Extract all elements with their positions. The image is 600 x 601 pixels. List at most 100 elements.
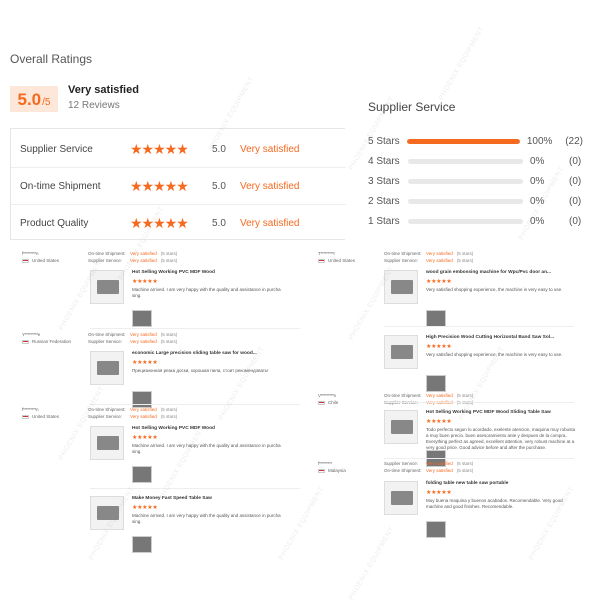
- reviewer-country: United States: [32, 414, 60, 419]
- reviewer-name: V*********s: [318, 393, 336, 398]
- product-thumbnail[interactable]: [384, 335, 418, 369]
- review-text: Very satisfied shopping experience, the …: [426, 287, 563, 292]
- review-photo[interactable]: [132, 536, 152, 553]
- review-photo[interactable]: [426, 521, 446, 538]
- criterion-stars: (5 stars): [456, 251, 474, 256]
- review-stars: ★★★★★: [132, 279, 158, 285]
- product-thumbnail[interactable]: [384, 481, 418, 515]
- review-photo[interactable]: [426, 310, 446, 327]
- rating-value: 5.0: [212, 181, 226, 192]
- criterion-verdict: Very satisfied: [130, 414, 157, 419]
- criterion-verdict: Very satisfied: [426, 258, 453, 263]
- rating-label: On-time Shipment: [20, 181, 101, 192]
- reviewer-country: United States: [328, 258, 356, 263]
- review-divider: [90, 404, 300, 405]
- overall-verdict: Very satisfied: [68, 84, 139, 96]
- product-title-link[interactable]: economic Large precision sliding table s…: [132, 351, 257, 356]
- star-level-label: 5 Stars: [368, 135, 400, 147]
- bar-count: (0): [569, 195, 582, 207]
- review-stars: ★★★★★: [426, 344, 452, 350]
- product-title-link[interactable]: Hot Selling Working PVC MDF Wood Sliding…: [426, 410, 551, 415]
- criterion-stars: (5 stars): [160, 251, 178, 256]
- star-bar-row: 4 Stars 0% (0): [368, 154, 583, 168]
- criterion-label: Supplier Service:: [384, 461, 419, 466]
- criterion-stars: (5 stars): [160, 258, 178, 263]
- rating-label: Product Quality: [20, 218, 89, 229]
- review-text: Прецизионная резка доски, хорошая пила, …: [132, 368, 269, 373]
- criterion-label: On-time Shipment:: [384, 251, 422, 256]
- overall-ratings-title: Overall Ratings: [10, 52, 93, 66]
- reviewer-name: f*********n: [22, 251, 39, 256]
- star-rating: ★★★★★: [130, 141, 189, 157]
- product-title-link[interactable]: Make Money Fast Speed Table Saw: [132, 496, 212, 501]
- product-title-link[interactable]: Hot Selling Working PVC MDF Wood: [132, 270, 215, 275]
- country-flag-icon: [22, 340, 29, 344]
- review-divider: [384, 402, 574, 403]
- watermark-text: PHOENIX EQUIPMENT: [437, 25, 486, 102]
- rating-value: 5.0: [212, 218, 226, 229]
- reviewer-name: f*********n: [22, 407, 39, 412]
- rating-row-supplier-service: Supplier Service ★★★★★ 5.0 Very satisfie…: [11, 131, 346, 168]
- review-divider: [384, 326, 574, 327]
- product-thumbnail[interactable]: [90, 351, 124, 385]
- star-level-label: 1 Stars: [368, 215, 400, 227]
- review-text: Muy buena maquina y buenos acabados. Rec…: [426, 498, 563, 509]
- criterion-stars: (5 stars): [160, 407, 178, 412]
- watermark-text: PHOENIX EQUIPMENT: [527, 485, 576, 562]
- reviewer-name: Y*********e: [22, 332, 40, 337]
- review-photo[interactable]: [426, 375, 446, 392]
- product-title-link[interactable]: folding table new table saw portable: [426, 481, 508, 486]
- review-photo[interactable]: [132, 391, 152, 408]
- bar-track: [408, 218, 523, 224]
- star-bar-row: 2 Stars 0% (0): [368, 194, 583, 208]
- product-title-link[interactable]: wood grain embossing machine for Wpc/Pvc…: [426, 270, 551, 275]
- product-title-link[interactable]: High Precision Wood Cutting Horizontal B…: [426, 335, 554, 340]
- product-thumbnail[interactable]: [90, 426, 124, 460]
- criterion-stars: (5 stars): [160, 414, 178, 419]
- bar-percent: 100%: [526, 135, 553, 147]
- criterion-verdict: Very satisfied: [130, 339, 157, 344]
- watermark-text: PHOENIX EQUIPMENT: [157, 425, 206, 502]
- rating-row-product-quality: Product Quality ★★★★★ 5.0 Very satisfied: [11, 205, 346, 242]
- review-divider: [384, 458, 574, 459]
- watermark-text: PHOENIX EQUIPMENT: [277, 485, 326, 562]
- reviewer-name: f*********: [318, 461, 333, 466]
- criterion-label: On-time Shipment:: [88, 251, 126, 256]
- criterion-label: On-time Shipment:: [88, 332, 126, 337]
- bar-count: (0): [569, 155, 582, 167]
- criterion-stars: (5 stars): [456, 468, 474, 473]
- star-bar-row: 1 Stars 0% (0): [368, 214, 583, 228]
- star-rating: ★★★★★: [130, 178, 189, 194]
- overall-score-max: /5: [42, 97, 51, 108]
- review-stars: ★★★★★: [132, 435, 158, 441]
- review-text: Machine arrived. I am very happy with th…: [132, 513, 281, 524]
- criterion-label: Supplier Service:: [88, 339, 123, 344]
- rating-label: Supplier Service: [20, 144, 93, 155]
- star-level-label: 2 Stars: [368, 195, 400, 207]
- country-flag-icon: [318, 401, 325, 405]
- product-thumbnail[interactable]: [384, 410, 418, 444]
- country-flag-icon: [22, 415, 29, 419]
- review-photo[interactable]: [132, 466, 152, 483]
- review-stars: ★★★★★: [132, 505, 158, 511]
- reviewer-name: T*********r: [318, 251, 335, 256]
- bar-track: [408, 178, 523, 184]
- criterion-verdict: Very satisfied: [426, 461, 453, 466]
- review-text: Machine arrived. I am very happy with th…: [132, 287, 281, 298]
- review-text: Todo perfecto segun lo acordado, exelent…: [426, 427, 576, 450]
- star-bar-row: 5 Stars 100% (22): [368, 134, 583, 148]
- bar-count: (0): [569, 215, 582, 227]
- criterion-label: On-time Shipment:: [384, 393, 422, 398]
- review-count: 12 Reviews: [68, 100, 120, 111]
- star-rating: ★★★★★: [130, 215, 189, 231]
- reviewer-country: Russian Federation: [32, 339, 72, 344]
- rating-verdict: Very satisfied: [240, 144, 300, 155]
- rating-row-on-time-shipment: On-time Shipment ★★★★★ 5.0 Very satisfie…: [11, 168, 346, 205]
- reviewer-country: United States: [32, 258, 60, 263]
- review-stars: ★★★★★: [426, 279, 452, 285]
- criterion-label: Supplier Service:: [88, 414, 123, 419]
- review-text: Machine arrived. I am very happy with th…: [132, 443, 281, 454]
- country-flag-icon: [22, 259, 29, 263]
- review-photo[interactable]: [132, 310, 152, 327]
- criterion-stars: (5 stars): [160, 339, 178, 344]
